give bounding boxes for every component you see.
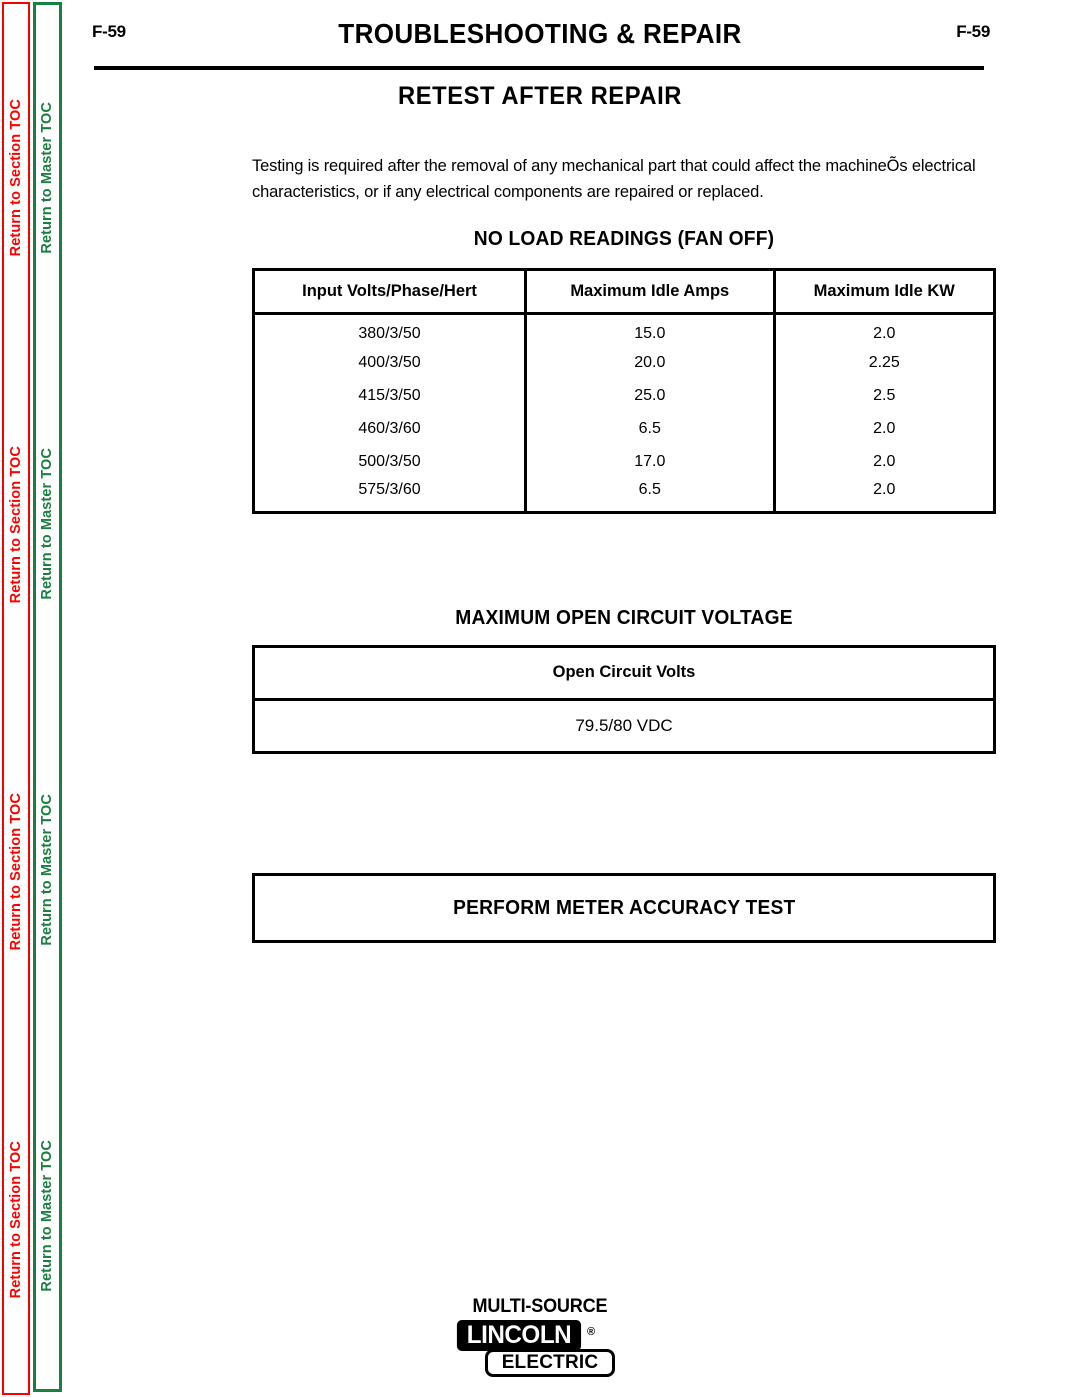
no-load-readings-heading: NO LOAD READINGS (FAN OFF) [473,228,775,250]
table-cell: 2.0 [772,313,993,346]
column-header: Maximum Idle Amps [524,271,775,315]
sidebar-item-label: Return to Master TOC [39,794,56,946]
brand-name-secondary: ELECTRIC [485,1349,615,1377]
column-header: Maximum Idle KW [772,271,993,315]
table-cell: 2.5 [772,379,993,412]
table-cell: 400/3/50 [358,353,421,371]
intro-paragraph: Testing is required after the removal of… [252,156,976,201]
table-cell: 415/3/50 [358,386,421,404]
table-row: 380/3/50 15.0 2.0 [255,313,993,346]
table-row: 415/3/50 25.0 2.5 [255,379,993,412]
page-content: F-59 TROUBLESHOOTING & REPAIR F-59 RETES… [70,0,1080,1397]
table-row: 575/3/60 6.5 2.0 [255,478,993,511]
table-row: 500/3/50 17.0 2.0 [255,445,993,478]
table-cell: 380/3/50 [358,324,421,342]
footer-tagline: MULTI-SOURCE [472,1296,608,1317]
column-header: Open Circuit Volts [255,648,993,701]
table-cell: 15.0 [524,313,775,346]
perform-meter-accuracy-test-box: PERFORM METER ACCURACY TEST [252,873,996,943]
table-cell: 79.5/80 VDC [575,715,673,735]
lincoln-electric-logo: LINCOLN ® ELECTRIC [455,1320,625,1382]
table-cell: 20.0 [524,346,775,379]
table-cell: 6.5 [524,478,775,511]
table-cell: 500/3/50 [358,452,421,470]
section-title: RETEST AFTER REPAIR [398,82,682,110]
table-cell: 575/3/60 [358,480,421,498]
table-cell: 2.25 [772,346,993,379]
sidebar-item-label: Return to Section TOC [7,793,24,951]
column-header: Input Volts/Phase/Hert [255,271,526,315]
sidebar-item-return-to-master-toc[interactable]: Return to Master TOC Return to Master TO… [33,2,62,1392]
table-header-row: Input Volts/Phase/Hert Maximum Idle Amps… [255,271,993,315]
sidebar-item-label: Return to Section TOC [7,1140,24,1299]
sidebar-item-label: Return to Master TOC [39,1140,56,1292]
no-load-readings-table: Input Volts/Phase/Hert Maximum Idle Amps… [252,268,996,514]
brand-name-primary: LINCOLN [456,1320,582,1351]
sidebar-navigation: Return to Section TOC Return to Section … [0,0,70,1397]
table-cell: 25.0 [524,379,775,412]
sidebar-item-label: Return to Master TOC [39,448,56,600]
header-divider [94,66,984,70]
page-title: TROUBLESHOOTING & REPAIR [338,18,742,49]
table-row: 400/3/50 20.0 2.25 [255,346,993,379]
table-row: 79.5/80 VDC [255,699,993,751]
sidebar-item-label: Return to Section TOC [7,446,24,604]
sidebar-item-label: Return to Section TOC [7,98,24,257]
folio-right: F-59 [956,22,990,41]
table-cell: 2.0 [772,412,993,445]
table-cell: 2.0 [772,478,993,511]
page-header: F-59 TROUBLESHOOTING & REPAIR F-59 [70,18,1010,70]
table-row: 460/3/60 6.5 2.0 [255,412,993,445]
registered-trademark-icon: ® [587,1326,596,1338]
table-cell: 2.0 [772,445,993,478]
table-cell: 6.5 [524,412,775,445]
table-cell: 460/3/60 [358,419,421,437]
table-header-row: Open Circuit Volts [255,648,993,701]
page-footer: MULTI-SOURCE LINCOLN ® ELECTRIC [70,1296,1010,1382]
table-cell: 17.0 [524,445,775,478]
sidebar-item-label: Return to Master TOC [39,102,56,254]
perform-meter-accuracy-test-label: PERFORM METER ACCURACY TEST [452,896,796,919]
open-circuit-voltage-table: Open Circuit Volts 79.5/80 VDC [252,645,996,754]
sidebar-item-return-to-section-toc[interactable]: Return to Section TOC Return to Section … [2,2,30,1395]
open-circuit-voltage-heading: MAXIMUM OPEN CIRCUIT VOLTAGE [455,607,793,629]
